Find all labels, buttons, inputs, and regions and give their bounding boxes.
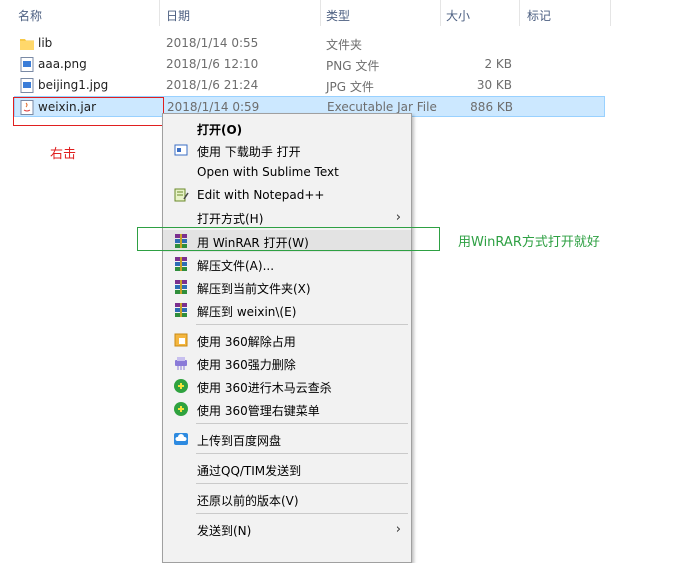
download-helper-icon — [174, 144, 188, 156]
cloud-upload-icon — [174, 433, 188, 445]
menu-label: 打开(O) — [197, 123, 243, 137]
menu-item-360-menu-manager[interactable]: 使用 360管理右键菜单 — [163, 398, 411, 420]
file-date: 2018/1/6 12:10 — [166, 57, 259, 71]
file-row[interactable]: beijing1.jpg 2018/1/6 21:24 JPG 文件 30 KB — [0, 75, 605, 96]
shredder-icon — [175, 357, 187, 370]
file-type: PNG 文件 — [326, 59, 380, 73]
image-file-icon — [20, 57, 34, 72]
column-date[interactable]: 日期 — [166, 7, 190, 24]
file-size: 30 KB — [476, 78, 512, 92]
shield-360-icon — [174, 402, 188, 416]
menu-item-open-with[interactable]: 打开方式(H) › — [163, 206, 411, 228]
menu-label: Edit with Notepad++ — [197, 188, 325, 202]
menu-label: 发送到(N) — [197, 524, 252, 538]
context-menu: 打开(O) 使用 下载助手 打开 Open with Sublime Text … — [162, 113, 412, 563]
menu-separator — [196, 453, 408, 454]
file-size: 886 KB — [470, 100, 513, 114]
column-type[interactable]: 类型 — [326, 7, 350, 24]
file-type: 文件夹 — [326, 38, 363, 52]
menu-label: 使用 360进行木马云查杀 — [197, 381, 332, 395]
menu-item-360-scan[interactable]: 使用 360进行木马云查杀 — [163, 375, 411, 397]
file-row[interactable]: aaa.png 2018/1/6 12:10 PNG 文件 2 KB — [0, 54, 605, 75]
menu-label: 解压到当前文件夹(X) — [197, 282, 311, 296]
menu-item-restore[interactable]: 还原以前的版本(V) — [163, 488, 411, 510]
right-click-annotation: 右击 — [50, 147, 77, 162]
menu-item-extract-to[interactable]: 解压到 weixin\(E) — [163, 299, 411, 321]
winrar-annotation: 用WinRAR方式打开就好 — [458, 235, 600, 250]
winrar-icon — [175, 303, 187, 317]
notepad-plus-icon — [174, 188, 189, 202]
menu-separator — [196, 483, 408, 484]
file-name: beijing1.jpg — [38, 78, 109, 92]
file-row[interactable]: lib 2018/1/14 0:55 文件夹 — [0, 33, 605, 54]
menu-label: 打开方式(H) — [197, 212, 264, 226]
menu-item-extract-here[interactable]: 解压到当前文件夹(X) — [163, 276, 411, 298]
right-click-highlight — [13, 97, 164, 126]
menu-label: 通过QQ/TIM发送到 — [197, 464, 302, 478]
menu-separator — [196, 423, 408, 424]
shield-360-icon — [174, 379, 188, 393]
menu-item-sublime[interactable]: Open with Sublime Text — [163, 161, 411, 183]
submenu-arrow-icon: › — [395, 210, 401, 225]
column-name[interactable]: 名称 — [18, 7, 42, 24]
sort-up-icon — [77, 0, 90, 5]
folder-icon — [20, 39, 34, 50]
menu-label: 还原以前的版本(V) — [197, 494, 299, 508]
file-date: 2018/1/14 0:55 — [166, 36, 259, 50]
winrar-icon — [175, 280, 187, 294]
menu-label: Open with Sublime Text — [197, 165, 339, 179]
menu-label: 使用 下载助手 打开 — [197, 145, 301, 159]
file-type: Executable Jar File — [327, 100, 437, 114]
file-name: lib — [38, 36, 53, 50]
image-file-icon — [20, 78, 34, 93]
menu-label: 使用 360强力删除 — [197, 358, 296, 372]
menu-item-360-force-delete[interactable]: 使用 360强力删除 — [163, 352, 411, 374]
menu-item-open[interactable]: 打开(O) — [163, 117, 411, 139]
file-date: 2018/1/6 21:24 — [166, 78, 259, 92]
winrar-highlight — [137, 227, 440, 251]
menu-label: 使用 360解除占用 — [197, 335, 296, 349]
submenu-arrow-icon: › — [395, 522, 401, 537]
menu-item-send-to[interactable]: 发送到(N) › — [163, 518, 411, 540]
winrar-icon — [175, 257, 187, 271]
menu-item-360-unlock[interactable]: 使用 360解除占用 — [163, 329, 411, 351]
menu-separator — [196, 513, 408, 514]
menu-item-notepad[interactable]: Edit with Notepad++ — [163, 184, 411, 206]
menu-label: 解压文件(A)... — [197, 259, 275, 273]
file-date: 2018/1/14 0:59 — [167, 100, 260, 114]
column-header: 名称 日期 类型 大小 标记 — [0, 0, 695, 26]
menu-item-baidu-upload[interactable]: 上传到百度网盘 — [163, 428, 411, 450]
menu-item-extract-files[interactable]: 解压文件(A)... — [163, 253, 411, 275]
column-size[interactable]: 大小 — [446, 7, 470, 24]
file-size: 2 KB — [484, 57, 512, 71]
column-tags[interactable]: 标记 — [527, 7, 551, 24]
menu-item-send-qq[interactable]: 通过QQ/TIM发送到 — [163, 458, 411, 480]
menu-separator — [196, 324, 408, 325]
menu-label: 使用 360管理右键菜单 — [197, 404, 320, 418]
unlock-file-icon — [174, 333, 188, 347]
file-name: aaa.png — [38, 57, 87, 71]
menu-item-xunlei-open[interactable]: 使用 下载助手 打开 — [163, 139, 411, 161]
menu-label: 解压到 weixin\(E) — [197, 305, 297, 319]
file-type: JPG 文件 — [326, 80, 374, 94]
menu-label: 上传到百度网盘 — [197, 434, 282, 448]
